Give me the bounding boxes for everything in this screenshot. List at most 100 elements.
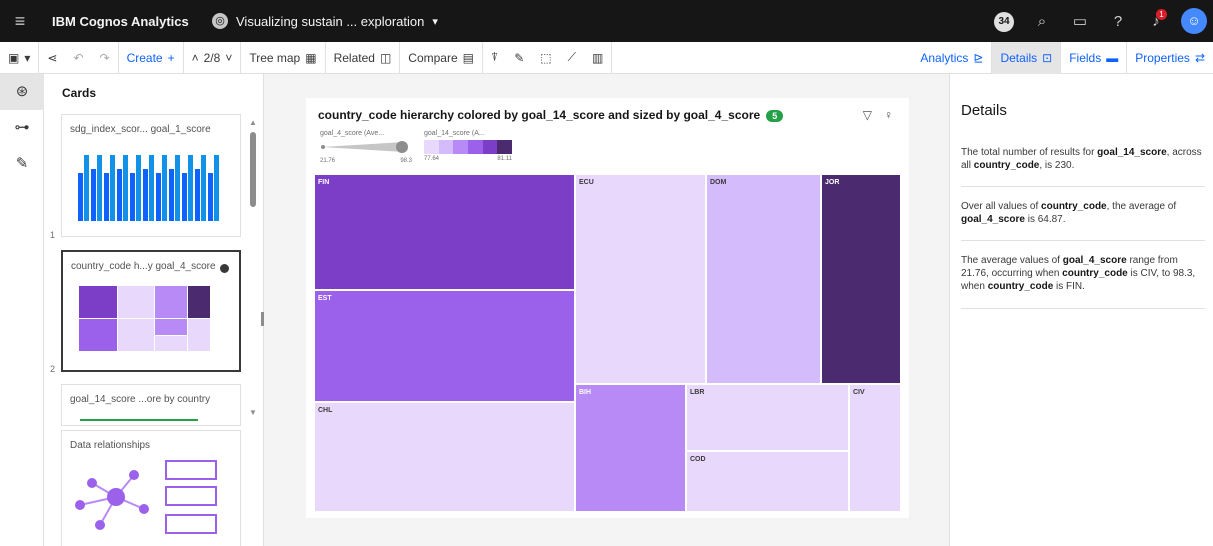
treemap-cell-ecu[interactable]: ECU xyxy=(575,174,706,384)
pin-button[interactable]: ✎ xyxy=(506,42,532,74)
treemap-icon: ▦ xyxy=(305,50,317,65)
details-button[interactable]: Details ⊡ xyxy=(992,42,1062,74)
cards-panel: Cards sdg_index_scor... goal_1_score 1 c… xyxy=(44,74,264,546)
chat-icon[interactable]: ▭ xyxy=(1061,12,1099,30)
create-button[interactable]: Create + xyxy=(119,41,184,74)
analytics-label: Analytics xyxy=(920,51,969,65)
scroll-down-icon[interactable]: ▼ xyxy=(249,408,257,417)
card-label: goal_14_score ...ore by country xyxy=(70,394,211,405)
search-icon[interactable]: ⌕ xyxy=(1023,13,1061,30)
color-legend-min: 77.64 xyxy=(424,156,440,162)
chart-line-icon: ⟋ xyxy=(567,50,577,64)
fields-icon: ▬ xyxy=(1106,51,1119,65)
card-2[interactable]: country_code h...y goal_4_score xyxy=(61,250,241,372)
treemap-cell-jor[interactable]: JOR xyxy=(821,174,901,384)
chevron-down-icon: ▾ xyxy=(24,50,31,65)
fields-button[interactable]: Fields ▬ xyxy=(1061,42,1128,74)
plus-icon: + xyxy=(167,50,175,65)
hierarchy-icon[interactable]: ⊶ xyxy=(0,110,44,146)
treemap-cell-chl[interactable]: CHL xyxy=(314,402,575,512)
color-legend-swatch xyxy=(453,140,469,154)
card-thumbnail-line xyxy=(80,419,198,421)
card-label: Data relationships xyxy=(70,440,151,451)
help-icon[interactable]: ? xyxy=(1099,13,1137,30)
trash-icon: ▥ xyxy=(592,50,604,65)
chevron-up-icon: ˄ xyxy=(191,50,199,65)
expand-button[interactable]: ⬚ xyxy=(532,42,559,74)
color-legend-swatch xyxy=(482,140,498,154)
card-1[interactable]: sdg_index_scor... goal_1_score xyxy=(61,114,241,237)
toolbar: ▣ ▾ ⋖ ↶ ↷ Create + ˄ 2/8 ˅ Tree map ▦ Related… xyxy=(0,41,1213,74)
insight-icon[interactable]: ♀ xyxy=(884,108,893,122)
color-legend-scale xyxy=(424,140,513,154)
treemap-cell-dom[interactable]: DOM xyxy=(706,174,821,384)
card-number: 1 xyxy=(50,230,56,240)
pins-icon[interactable]: ✎ xyxy=(0,146,44,182)
redo-icon: ↷ xyxy=(99,50,110,65)
save-icon: ▣ xyxy=(8,50,20,65)
filter-button[interactable]: ⍒ xyxy=(483,42,506,74)
delete-button[interactable]: ▥ xyxy=(584,41,613,74)
size-legend: goal_4_score (Ave... 21.76 98.3 xyxy=(320,130,412,164)
notifications-count-button[interactable]: 34 xyxy=(985,11,1023,32)
card-number: 2 xyxy=(50,364,56,374)
document-title[interactable]: ◎ Visualizing sustain ... exploration ▾ xyxy=(212,13,438,29)
details-heading: Details xyxy=(961,102,1007,119)
treemap-cell-fin[interactable]: FIN xyxy=(314,174,575,290)
card-thumbnail-treemap xyxy=(79,286,210,351)
redo-button[interactable]: ↷ xyxy=(92,41,119,74)
card-thumbnail-bar-chart xyxy=(78,155,219,221)
pin-icon: ✎ xyxy=(514,50,525,65)
filter-icon[interactable]: ▽ xyxy=(863,108,872,122)
treemap-cell-civ[interactable]: CIV xyxy=(849,384,901,512)
expand-icon: ⬚ xyxy=(540,50,552,65)
share-button[interactable]: ⋖ xyxy=(39,42,65,74)
undo-button[interactable]: ↶ xyxy=(65,42,91,74)
size-legend-max: 98.3 xyxy=(400,158,412,164)
detail-range: The average values of goal_4_score range… xyxy=(961,254,1205,293)
treemap-cell-bih[interactable]: BIH xyxy=(575,384,686,512)
hamburger-menu-icon[interactable]: ≡ xyxy=(0,11,40,32)
scroll-up-icon[interactable]: ▲ xyxy=(249,118,257,127)
treemap-cell-est[interactable]: EST xyxy=(314,290,575,402)
size-legend-min: 21.76 xyxy=(320,158,336,164)
treemap-cell-lbr[interactable]: LBR xyxy=(686,384,849,451)
exploration-icon: ◎ xyxy=(212,13,228,29)
analytics-icon: ⊵ xyxy=(973,51,984,65)
compare-button[interactable]: Compare ▤ xyxy=(400,41,483,74)
treemap-cell-cod[interactable]: COD xyxy=(686,451,849,512)
app-brand[interactable]: IBM Cognos Analytics xyxy=(52,14,202,29)
detail-text: , is 230. xyxy=(1039,160,1075,171)
color-legend: goal_14_score (A... 77.64 81.11 xyxy=(424,130,513,162)
user-icon: ☺ xyxy=(1181,8,1207,34)
properties-button[interactable]: Properties ⇄ xyxy=(1127,42,1213,74)
analytics-button[interactable]: Analytics ⊵ xyxy=(912,42,993,74)
save-menu-button[interactable]: ▣ ▾ xyxy=(0,41,40,74)
chevron-down-icon: ▾ xyxy=(432,15,438,28)
cards-view-icon[interactable]: ⊛ xyxy=(0,74,44,110)
detail-dimension: country_code xyxy=(1062,268,1128,279)
visualization-type-button[interactable]: Tree map ▦ xyxy=(241,41,326,74)
notifications-count-badge: 34 xyxy=(994,11,1014,32)
canvas: country_code hierarchy colored by goal_1… xyxy=(264,74,949,546)
visualization-card[interactable]: country_code hierarchy colored by goal_1… xyxy=(306,98,909,518)
treemap-cell-label: CHL xyxy=(318,407,333,414)
card-label: sdg_index_scor... goal_1_score xyxy=(70,124,211,135)
chevron-down-icon: ˅ xyxy=(225,50,233,65)
bell-icon[interactable]: ♪ 1 xyxy=(1137,8,1175,30)
undo-icon: ↶ xyxy=(73,50,84,65)
data-relationships-diagram xyxy=(75,460,217,534)
related-button[interactable]: Related ◫ xyxy=(326,41,401,74)
card-4[interactable]: Data relationships xyxy=(61,430,241,546)
size-legend-scale xyxy=(321,141,408,153)
user-avatar[interactable]: ☺ xyxy=(1175,8,1213,34)
cards-scrollbar[interactable] xyxy=(250,132,256,207)
insights-button[interactable]: ⟋ xyxy=(560,42,584,74)
details-label: Details xyxy=(1000,51,1038,65)
color-legend-max: 81.11 xyxy=(497,156,512,162)
page-navigator[interactable]: ˄ 2/8 ˅ xyxy=(184,41,242,74)
treemap-chart[interactable]: FIN EST CHL ECU BIH DOM JOR LBR COD CIV xyxy=(314,174,901,512)
card-menu-icon[interactable] xyxy=(220,264,229,273)
treemap-cell-label: FIN xyxy=(318,179,330,186)
card-3[interactable]: goal_14_score ...ore by country xyxy=(61,384,241,426)
